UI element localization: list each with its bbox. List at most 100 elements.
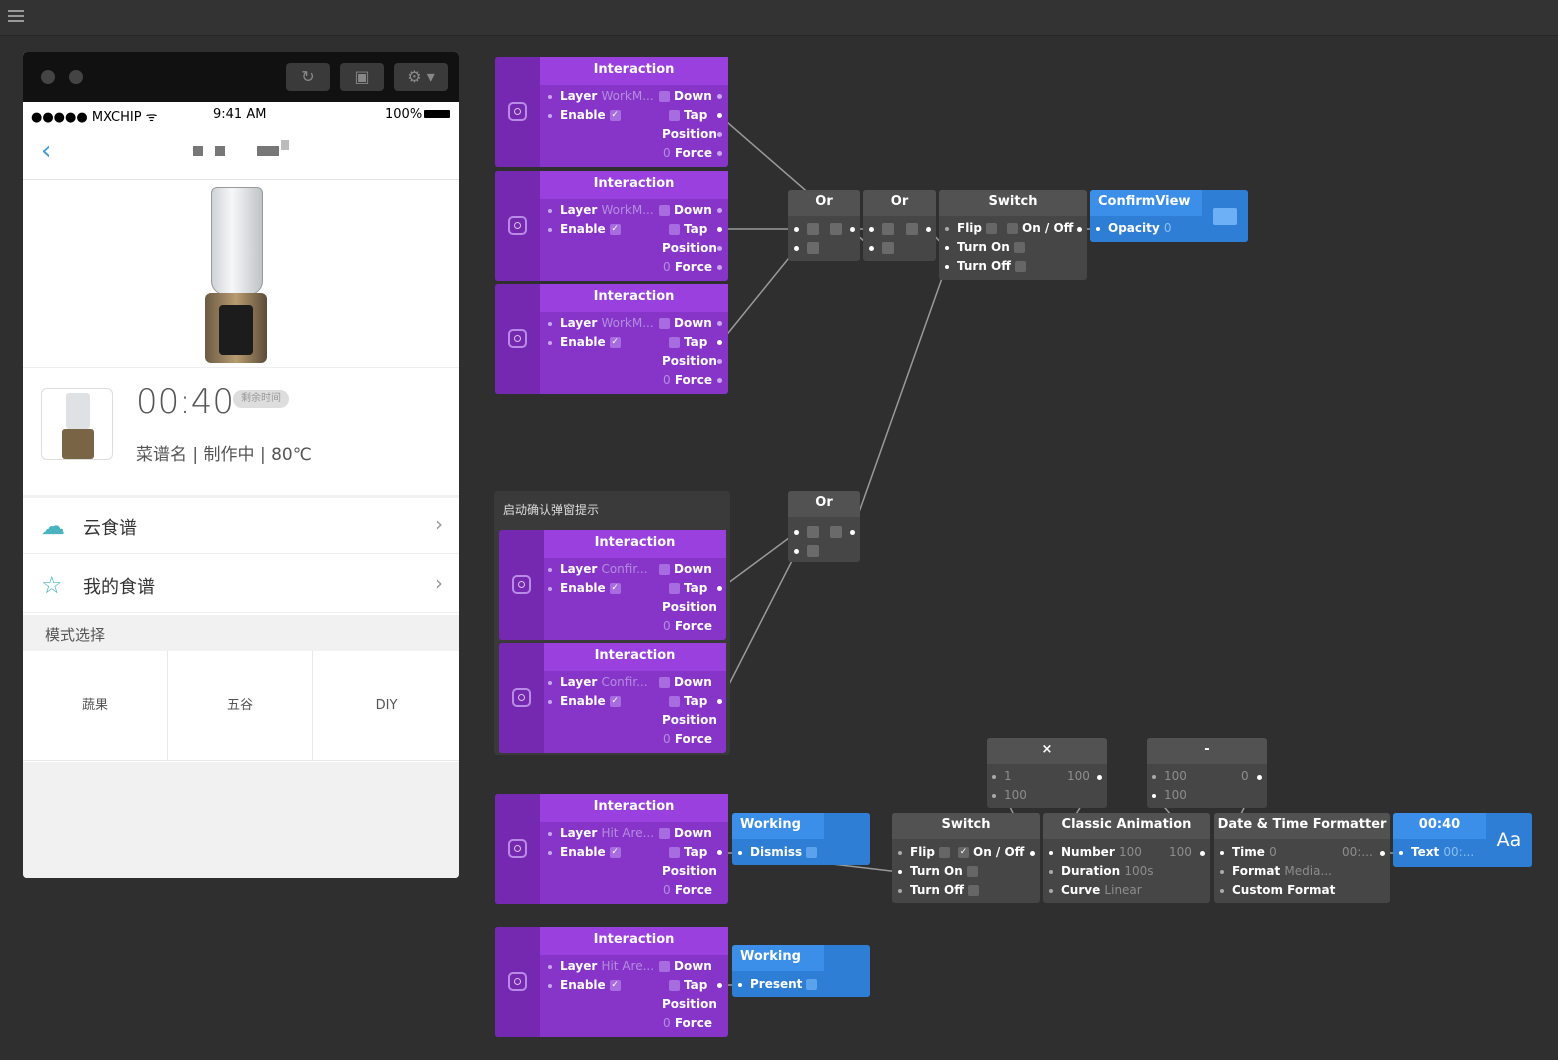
enable-label: Enable (560, 222, 606, 236)
force-label: Force (674, 883, 712, 897)
patch-title: Date & Time Formatter (1214, 813, 1390, 839)
enable-checkbox[interactable]: ✓ (609, 224, 621, 235)
output-port[interactable] (1380, 851, 1385, 856)
number-value[interactable]: 100 (1119, 845, 1142, 859)
layer-label: Layer (560, 562, 598, 576)
tap-output-port[interactable] (717, 113, 722, 118)
interaction-patch-2[interactable]: Interaction Layer WorkM... Enable ✓ Down … (495, 171, 728, 281)
output-port[interactable] (1030, 851, 1035, 856)
layer-value[interactable]: Confir... (601, 675, 647, 689)
layer-label: Layer (560, 316, 598, 330)
present-indicator (806, 979, 818, 990)
switch-patch-1[interactable]: Switch Flip On / Off Turn On Turn Off (939, 190, 1087, 280)
interaction-patch-7[interactable]: Interaction Layer Hit Are... Enable ✓ Dow… (495, 927, 728, 1037)
patch-port-icon[interactable] (512, 575, 531, 594)
input-1-value[interactable]: 100 (1164, 769, 1187, 783)
interaction-patch-4[interactable]: Interaction Layer Confir... Enable ✓ Down… (499, 530, 726, 640)
output-port[interactable] (1257, 775, 1262, 780)
enable-checkbox[interactable]: ✓ (609, 337, 621, 348)
tap-output-port[interactable] (717, 699, 722, 704)
or-patch-2[interactable]: Or (863, 190, 936, 261)
date-time-formatter-patch[interactable]: Date & Time Formatter Time 0 00:... Form… (1214, 813, 1390, 903)
output-port[interactable] (1200, 851, 1205, 856)
down-indicator (659, 961, 670, 972)
layer-label: Layer (560, 89, 598, 103)
or-patch-3[interactable]: Or (788, 491, 860, 562)
layer-value[interactable]: Hit Are... (601, 959, 654, 973)
tap-output-port[interactable] (717, 850, 722, 855)
patch-title: Classic Animation (1043, 813, 1210, 839)
position-label: Position (662, 600, 717, 614)
patch-port-icon[interactable] (508, 216, 527, 235)
text-label: Text (1411, 845, 1440, 859)
tap-output-port[interactable] (717, 227, 722, 232)
force-value: 0 (663, 260, 671, 274)
layer-label: Layer (560, 959, 598, 973)
output-port[interactable] (1097, 775, 1102, 780)
input-1-value[interactable]: 1 (1004, 769, 1012, 783)
working-dismiss-patch[interactable]: Working Dismiss (732, 813, 870, 865)
interaction-patch-1[interactable]: Interaction Layer WorkM... Enable ✓ Down … (495, 57, 728, 167)
patch-port-icon[interactable] (512, 688, 531, 707)
output-value: 100 (1067, 769, 1090, 783)
tap-indicator (669, 337, 680, 348)
position-label: Position (662, 713, 717, 727)
tap-output-port[interactable] (717, 586, 722, 591)
text-value[interactable]: 00:... (1443, 845, 1474, 859)
tap-label: Tap (684, 222, 708, 236)
or-patch-1[interactable]: Or (788, 190, 860, 261)
duration-value[interactable]: 100s (1124, 864, 1153, 878)
patch-title: 00:40 (1393, 813, 1486, 839)
down-label: Down (674, 826, 712, 840)
layer-value[interactable]: WorkM... (601, 203, 653, 217)
patch-port-icon[interactable] (508, 972, 527, 991)
patch-port-icon[interactable] (508, 102, 527, 121)
opacity-value[interactable]: 0 (1164, 221, 1172, 235)
patch-title: Or (788, 491, 860, 517)
enable-checkbox[interactable]: ✓ (609, 696, 621, 707)
output-port[interactable] (1077, 227, 1082, 232)
patch-title: Interaction (540, 794, 728, 822)
input-2-value[interactable]: 100 (1004, 788, 1027, 802)
interaction-patch-5[interactable]: Interaction Layer Confir... Enable ✓ Down… (499, 643, 726, 753)
confirmview-layer-patch[interactable]: ConfirmView Opacity 0 (1090, 190, 1248, 242)
force-label: Force (674, 732, 712, 746)
switch-patch-2[interactable]: Switch Flip ✓ On / Off Turn On Turn Off (892, 813, 1040, 903)
patch-port-icon[interactable] (508, 329, 527, 348)
text-layer-patch[interactable]: 00:40 Aa Text 00:... (1393, 813, 1532, 867)
curve-label: Curve (1061, 883, 1101, 897)
turnoff-indicator (1014, 261, 1026, 272)
dismiss-indicator (806, 847, 818, 858)
enable-checkbox[interactable]: ✓ (609, 980, 621, 991)
enable-checkbox[interactable]: ✓ (609, 583, 621, 594)
layer-value[interactable]: WorkM... (601, 89, 653, 103)
layer-value[interactable]: Confir... (601, 562, 647, 576)
tap-output-port[interactable] (717, 340, 722, 345)
patch-title: Interaction (540, 284, 728, 312)
interaction-patch-3[interactable]: Interaction Layer WorkM... Enable ✓ Down … (495, 284, 728, 394)
tap-indicator (669, 696, 680, 707)
curve-value[interactable]: Linear (1104, 883, 1141, 897)
input-2-value[interactable]: 100 (1164, 788, 1187, 802)
force-value: 0 (663, 619, 671, 633)
patch-port-icon[interactable] (508, 839, 527, 858)
down-indicator (659, 318, 670, 329)
turnoff-label: Turn Off (957, 259, 1011, 273)
tap-indicator (669, 224, 680, 235)
number-label: Number (1061, 845, 1115, 859)
enable-checkbox[interactable]: ✓ (609, 847, 621, 858)
layer-value[interactable]: WorkM... (601, 316, 653, 330)
minus-patch[interactable]: - 100 100 0 (1147, 738, 1267, 808)
layer-label: Layer (560, 675, 598, 689)
interaction-patch-6[interactable]: Interaction Layer Hit Are... Enable ✓ Dow… (495, 794, 728, 904)
format-value[interactable]: Media... (1284, 864, 1331, 878)
tap-output-port[interactable] (717, 983, 722, 988)
enable-checkbox[interactable]: ✓ (609, 110, 621, 121)
position-label: Position (662, 241, 717, 255)
working-present-patch[interactable]: Working Present (732, 945, 870, 997)
position-label: Position (662, 354, 717, 368)
classic-animation-patch[interactable]: Classic Animation Number 100 100 Duratio… (1043, 813, 1210, 903)
layer-value[interactable]: Hit Are... (601, 826, 654, 840)
multiply-patch[interactable]: × 1 100 100 (987, 738, 1107, 808)
time-value[interactable]: 0 (1269, 845, 1277, 859)
